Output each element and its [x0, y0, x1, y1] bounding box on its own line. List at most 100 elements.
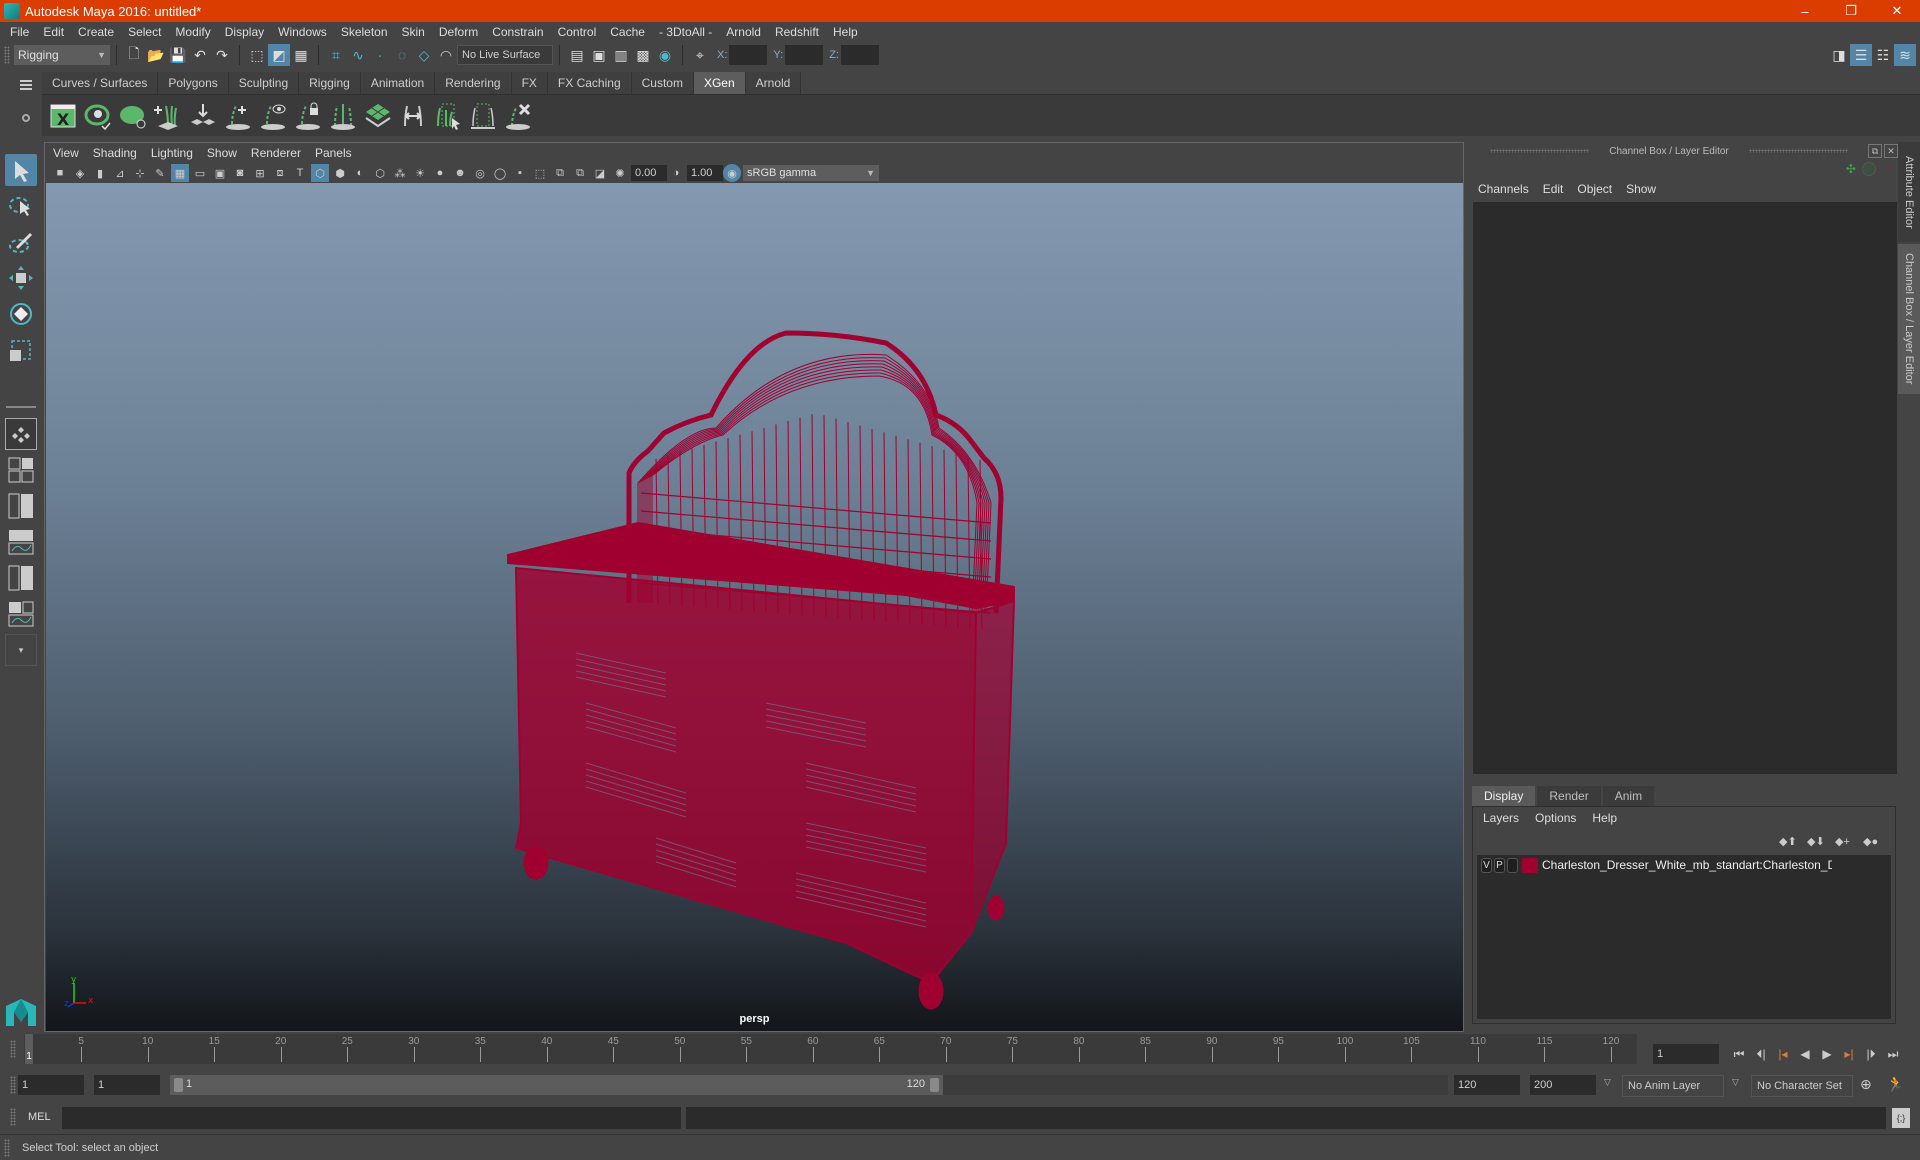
layer-display-type-toggle[interactable] — [1507, 857, 1518, 873]
persp-graph-outliner-layout-icon[interactable] — [5, 598, 37, 630]
snap-grid-icon[interactable]: ⌗ — [325, 44, 347, 66]
menu-arnold[interactable]: Arnold — [726, 25, 761, 39]
scale-tool-icon[interactable] — [5, 334, 37, 366]
range-start-handle[interactable] — [174, 1078, 183, 1092]
shelf-tab-rendering[interactable]: Rendering — [435, 72, 512, 94]
select-by-object-icon[interactable]: ◩ — [268, 44, 290, 66]
shelf-settings-icon[interactable] — [22, 114, 30, 122]
shelf-tab-custom[interactable]: Custom — [631, 72, 694, 94]
hyper-toggle-icon[interactable]: ↗ — [1882, 162, 1892, 176]
menu-deform[interactable]: Deform — [439, 25, 478, 39]
shelf-tab-rigging[interactable]: Rigging — [299, 72, 361, 94]
header-grip[interactable] — [1748, 149, 1849, 153]
live-surface-field[interactable]: No Live Surface — [457, 45, 553, 65]
snap-view-plane-icon[interactable]: ◌ — [391, 44, 413, 66]
add-guide-icon[interactable] — [223, 101, 253, 131]
select-camera-icon[interactable]: ■ — [51, 164, 69, 182]
menu-control[interactable]: Control — [558, 25, 597, 39]
speed-toggle-icon[interactable] — [1861, 162, 1876, 176]
time-slider-track[interactable]: 5 10 15 20 25 30 35 40 45 50 55 60 65 70 75 80 85 90 95 100… — [24, 1034, 1637, 1064]
shelf-tab-polygons[interactable]: Polygons — [158, 72, 229, 94]
menu-file[interactable]: File — [10, 25, 29, 39]
open-scene-icon[interactable]: 📂 — [145, 44, 167, 66]
playback-end-field[interactable]: 120 — [1454, 1075, 1520, 1095]
close-panel-icon[interactable]: ✕ — [1884, 144, 1899, 158]
shadows-icon[interactable]: ● — [431, 164, 449, 182]
redo-icon[interactable]: ↷ — [211, 44, 233, 66]
menu-display[interactable]: Display — [225, 25, 264, 39]
make-live-icon[interactable]: ◠ — [435, 44, 457, 66]
guide-visibility-icon[interactable] — [258, 101, 288, 131]
x-field[interactable] — [729, 45, 768, 65]
command-line-grip[interactable] — [10, 1108, 16, 1126]
menu-modify[interactable]: Modify — [175, 25, 210, 39]
xray-icon[interactable]: ⧉ — [551, 164, 569, 182]
header-grip[interactable] — [1490, 149, 1590, 153]
layer-name[interactable]: Charleston_Dresser_White_mb_standart:Cha… — [1542, 858, 1832, 872]
tab-render[interactable]: Render — [1537, 786, 1601, 806]
wireframe-icon[interactable]: ⬡ — [311, 164, 329, 182]
channel-box-toggle-icon[interactable]: ≋ — [1894, 44, 1916, 66]
new-layer-from-selected-icon[interactable]: ◆● — [1863, 835, 1885, 848]
hypershade-layout-icon[interactable] — [5, 562, 37, 594]
gamma-field[interactable]: 1.00 — [687, 165, 723, 181]
menu-create[interactable]: Create — [78, 25, 114, 39]
screen-space-ao-icon[interactable]: ☻ — [451, 164, 469, 182]
gate-mask-icon[interactable]: ◙ — [231, 164, 249, 182]
auto-key-icon[interactable]: ⊕ — [1860, 1076, 1872, 1093]
use-all-lights-icon[interactable]: ☀ — [411, 164, 429, 182]
move-tool-icon[interactable] — [5, 262, 37, 294]
render-setup-icon[interactable]: ▩ — [632, 44, 654, 66]
snap-live-icon[interactable]: ◇ — [413, 44, 435, 66]
exposure-icon[interactable]: ✺ — [611, 164, 629, 182]
step-back-key-icon[interactable]: |◂ — [1772, 1044, 1794, 1064]
camera-attributes-icon[interactable]: ◈ — [71, 164, 89, 182]
shelf-tab-fx-caching[interactable]: FX Caching — [547, 72, 632, 94]
anim-layer-dropdown[interactable]: No Anim Layer — [1622, 1075, 1724, 1097]
current-frame-field[interactable]: 1 — [1653, 1044, 1719, 1064]
smooth-shade-icon[interactable]: ⬢ — [331, 164, 349, 182]
select-guides-icon[interactable] — [433, 101, 463, 131]
default-material-icon[interactable]: ◐ — [351, 164, 369, 182]
y-field[interactable] — [785, 45, 824, 65]
play-forwards-icon[interactable]: ▶ — [1816, 1044, 1838, 1064]
save-scene-icon[interactable]: 💾 — [167, 44, 189, 66]
help-menu[interactable]: Help — [1592, 811, 1617, 825]
persp-graph-layout-icon[interactable] — [5, 526, 37, 558]
render-settings-icon[interactable]: ▤ — [566, 44, 588, 66]
character-set-dropdown[interactable]: No Character Set — [1751, 1075, 1853, 1097]
custom-layout-icon[interactable]: ▾ — [5, 634, 37, 666]
exposure-field[interactable]: 0.00 — [631, 165, 667, 181]
place-guides-icon[interactable] — [188, 101, 218, 131]
channels-menu[interactable]: Channels — [1478, 182, 1529, 196]
wireframe-on-shaded-icon[interactable]: ⬡ — [371, 164, 389, 182]
modeling-toolkit-icon[interactable]: ◨ — [1828, 44, 1850, 66]
ipr-render-icon[interactable]: ▥ — [610, 44, 632, 66]
script-editor-icon[interactable]: {;} — [1892, 1108, 1910, 1128]
current-time-marker[interactable]: 1 — [25, 1034, 33, 1064]
select-by-component-icon[interactable]: ▦ — [290, 44, 312, 66]
shelf-tab-sculpting[interactable]: Sculpting — [228, 72, 300, 94]
object-menu[interactable]: Object — [1577, 182, 1612, 196]
command-input[interactable] — [62, 1107, 681, 1129]
view-transform-dropdown[interactable]: sRGB gamma ▼ — [743, 165, 879, 181]
anim-layer-arrow-icon[interactable]: ▽ — [1604, 1077, 1611, 1088]
tab-display[interactable]: Display — [1472, 786, 1536, 806]
go-to-end-icon[interactable]: ⏭ — [1882, 1044, 1904, 1064]
rotate-tool-icon[interactable] — [5, 298, 37, 330]
depth-of-field-icon[interactable]: ▪ — [511, 164, 529, 182]
menu-help[interactable]: Help — [833, 25, 858, 39]
menuset-dropdown[interactable]: Rigging ▼ — [14, 45, 110, 65]
range-end-handle[interactable] — [930, 1078, 939, 1092]
viewport-menu-show[interactable]: Show — [207, 146, 237, 160]
shelf-menu-icon[interactable] — [20, 84, 32, 86]
viewport-menu-panels[interactable]: Panels — [315, 146, 352, 160]
xray-active-components-icon[interactable]: ⧉ — [571, 164, 589, 182]
go-to-start-icon[interactable]: ⏮ — [1728, 1044, 1750, 1064]
2d-pan-zoom-icon[interactable]: ⊹ — [131, 164, 149, 182]
gamma-icon[interactable]: ◑ — [667, 164, 685, 182]
move-layer-up-icon[interactable]: ◆⬆ — [1779, 835, 1801, 848]
float-panel-icon[interactable]: ⧉ — [1868, 144, 1883, 158]
tab-channel-box-layer-editor[interactable]: Channel Box / Layer Editor — [1898, 244, 1920, 394]
layer-color-swatch[interactable] — [1522, 857, 1538, 873]
